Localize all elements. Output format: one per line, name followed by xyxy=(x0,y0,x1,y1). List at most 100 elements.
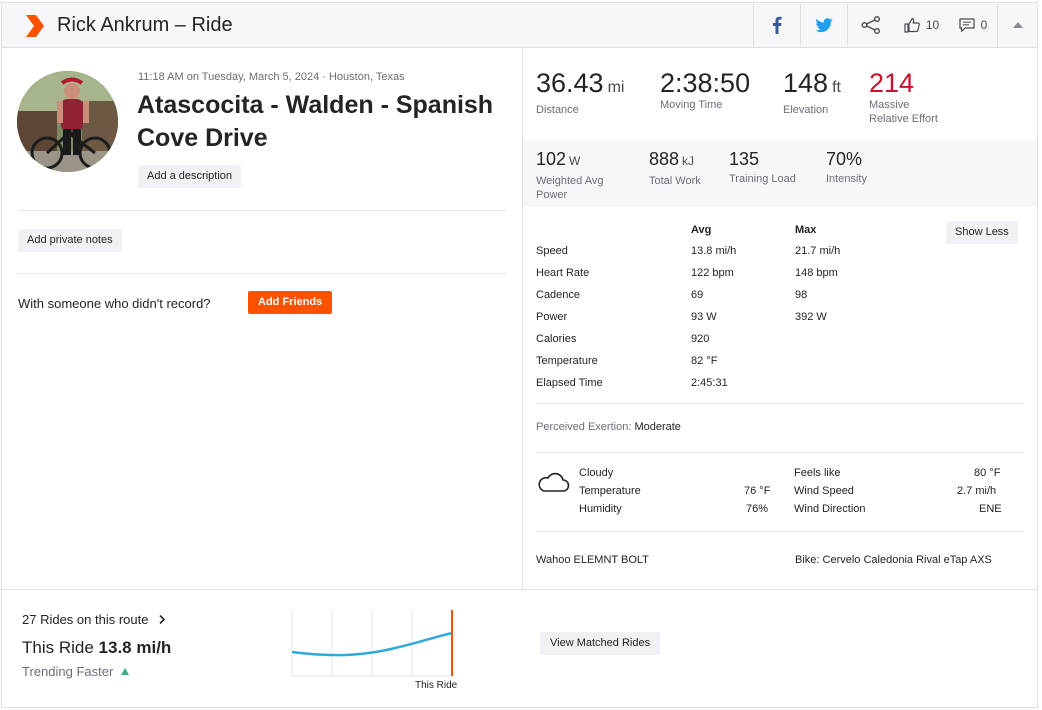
stat-label: Elevation xyxy=(783,104,829,116)
comment-icon xyxy=(959,17,975,32)
row-avg: 920 xyxy=(691,333,710,345)
stat-label: Training Load xyxy=(729,173,796,185)
stat-label: Intensity xyxy=(826,173,867,185)
stat-value: 70% xyxy=(826,149,863,169)
bike-name[interactable]: Bike: Cervelo Caledonia Rival eTap AXS xyxy=(795,554,992,566)
kudos-button[interactable]: 10 xyxy=(894,3,949,47)
secondary-stats: 102 W Weighted Avg Power 888 kJ Total Work… xyxy=(523,140,1037,207)
chevron-right-icon xyxy=(159,614,166,625)
row-avg: 122 bpm xyxy=(691,267,734,279)
row-avg: 82 °F xyxy=(691,355,718,367)
stat-unit: W xyxy=(569,154,581,168)
divider xyxy=(536,403,1024,404)
rides-on-route-text: 27 Rides on this route xyxy=(22,612,149,627)
stat-label: Total Work xyxy=(649,175,701,187)
this-ride-value: 13.8 mi/h xyxy=(98,638,172,657)
share-button[interactable] xyxy=(847,3,894,47)
matched-rides-section: 27 Rides on this route This Ride 13.8 mi… xyxy=(2,589,1037,709)
share-icon xyxy=(861,16,880,34)
perceived-exertion-value: Moderate xyxy=(634,421,681,433)
this-ride-speed: This Ride 13.8 mi/h xyxy=(22,638,171,658)
rides-on-route-link[interactable]: 27 Rides on this route xyxy=(22,612,166,627)
stat-value: 214 xyxy=(869,68,915,98)
cloud-icon xyxy=(538,472,570,492)
weather-wind-direction-value: ENE xyxy=(979,503,1002,515)
kudos-count: 10 xyxy=(925,18,940,32)
caret-up-icon xyxy=(1012,22,1023,28)
facebook-icon xyxy=(773,16,782,34)
stat-intensity: 70% Intensity xyxy=(826,148,867,186)
stat-elevation: 148 ft Elevation xyxy=(783,68,841,117)
divider xyxy=(18,210,506,211)
row-label: Speed xyxy=(536,245,568,257)
activity-page: Rick Ankrum – Ride 10 0 11:18 AM on Tues… xyxy=(1,2,1038,708)
chart-this-ride-label: This Ride xyxy=(415,680,458,691)
row-avg: 2:45:31 xyxy=(691,377,728,389)
column-header-avg: Avg xyxy=(691,224,712,236)
weather-temperature-value: 76 °F xyxy=(744,485,771,497)
weather-wind-speed-label: Wind Speed xyxy=(794,485,854,497)
twitter-share-button[interactable] xyxy=(800,3,847,47)
stat-unit: ft xyxy=(832,79,841,96)
row-label: Heart Rate xyxy=(536,267,590,279)
stat-unit: mi xyxy=(607,79,625,96)
trending-text: Trending Faster xyxy=(22,664,114,679)
stat-value: 2:38:50 xyxy=(660,68,751,98)
row-label: Power xyxy=(536,311,568,323)
activity-summary: 11:18 AM on Tuesday, March 5, 2024 · Hou… xyxy=(2,48,522,589)
strava-chevron-icon xyxy=(26,15,44,37)
athlete-avatar[interactable] xyxy=(17,71,118,172)
add-friends-button[interactable]: Add Friends xyxy=(248,291,333,314)
stat-value: 148 xyxy=(783,68,829,98)
header-actions: 10 0 xyxy=(753,3,1037,47)
trending-status: Trending Faster xyxy=(22,664,130,679)
stat-label: Weighted Avg xyxy=(536,175,604,187)
route-trend-chart xyxy=(291,610,453,677)
stat-weighted-avg-power: 102 W Weighted Avg Power xyxy=(536,148,603,202)
page-title: Rick Ankrum – Ride xyxy=(57,14,233,36)
stat-label: Massive xyxy=(869,99,910,111)
comments-button[interactable]: 0 xyxy=(949,3,997,47)
show-less-button[interactable]: Show Less xyxy=(946,221,1018,244)
add-description-button[interactable]: Add a description xyxy=(138,165,241,188)
stat-value: 102 xyxy=(536,149,567,169)
stat-unit: kJ xyxy=(682,154,695,168)
divider xyxy=(18,273,506,274)
row-avg: 93 W xyxy=(691,311,717,323)
stat-label-2: Power xyxy=(536,189,568,201)
stat-label-2: Relative Effort xyxy=(869,113,938,125)
stat-training-load: 135 Training Load xyxy=(729,148,796,186)
row-label: Calories xyxy=(536,333,577,345)
activity-stats: 36.43 mi Distance 2:38:50 Moving Time 148… xyxy=(522,48,1037,589)
weather-feels-like-label: Feels like xyxy=(794,467,841,479)
view-matched-rides-button[interactable]: View Matched Rides xyxy=(540,632,661,655)
facebook-share-button[interactable] xyxy=(753,3,800,47)
row-label: Cadence xyxy=(536,289,581,301)
perceived-exertion: Perceived Exertion: Moderate xyxy=(536,421,681,433)
weather-wind-direction-label: Wind Direction xyxy=(794,503,866,515)
stat-moving-time: 2:38:50 Moving Time xyxy=(660,68,750,112)
comments-count: 0 xyxy=(980,18,988,32)
row-max: 21.7 mi/h xyxy=(795,245,841,257)
perceived-exertion-label: Perceived Exertion: xyxy=(536,421,632,433)
stat-distance: 36.43 mi Distance xyxy=(536,68,624,117)
column-header-max: Max xyxy=(795,224,817,236)
weather-humidity-label: Humidity xyxy=(579,503,622,515)
row-max: 148 bpm xyxy=(795,267,838,279)
weather-wind-speed-value: 2.7 mi/h xyxy=(957,485,997,497)
device-name: Wahoo ELEMNT BOLT xyxy=(536,554,649,566)
stat-value: 36.43 xyxy=(536,68,604,98)
trend-up-icon xyxy=(121,668,130,675)
page-header: Rick Ankrum – Ride 10 0 xyxy=(2,3,1037,48)
add-private-notes-button[interactable]: Add private notes xyxy=(18,229,122,252)
collapse-button[interactable] xyxy=(997,3,1037,47)
stat-total-work: 888 kJ Total Work xyxy=(649,148,701,188)
row-label: Temperature xyxy=(536,355,598,367)
weather-feels-like-value: 80 °F xyxy=(974,467,1001,479)
stat-value: 888 xyxy=(649,149,680,169)
stat-value: 135 xyxy=(729,149,760,169)
stat-relative-effort[interactable]: 214 Massive Relative Effort xyxy=(869,68,938,126)
weather-condition: Cloudy xyxy=(579,467,614,479)
row-label: Elapsed Time xyxy=(536,377,603,389)
row-max: 98 xyxy=(795,289,808,301)
